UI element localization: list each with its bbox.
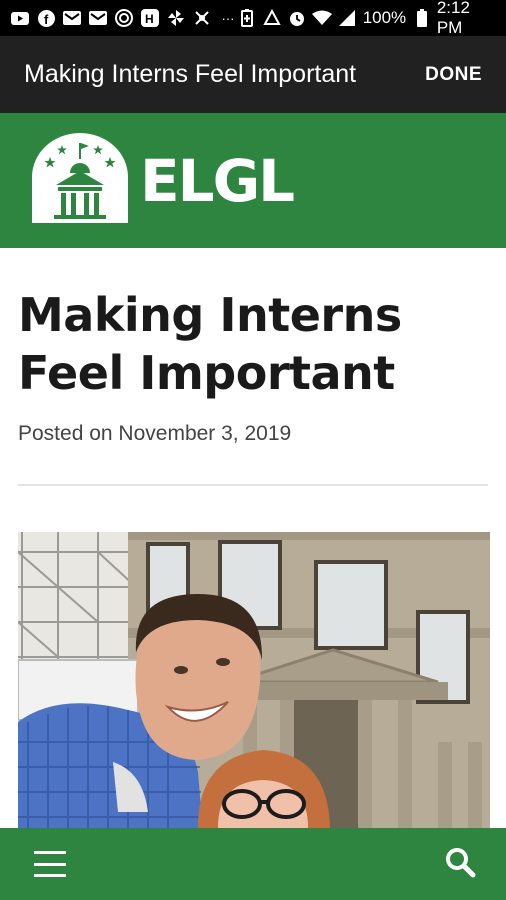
logo-wordmark: ELGL bbox=[140, 146, 295, 215]
battery-icon bbox=[412, 8, 431, 28]
pinwheel-icon bbox=[166, 8, 186, 28]
divider bbox=[18, 484, 488, 486]
svg-text:H: H bbox=[145, 12, 154, 26]
clock: 2:12 PM bbox=[436, 0, 470, 37]
featured-image[interactable] bbox=[18, 532, 490, 832]
gmail-icon bbox=[62, 8, 82, 28]
post-date[interactable]: November 3, 2019 bbox=[118, 422, 291, 445]
target-icon bbox=[114, 8, 134, 28]
done-button[interactable]: DONE bbox=[425, 64, 482, 86]
bottom-nav bbox=[0, 828, 506, 900]
facebook-icon: f bbox=[36, 8, 56, 28]
post-meta: Posted on November 3, 2019 bbox=[18, 422, 488, 446]
system-icons: 100% 2:12 PM bbox=[238, 0, 496, 38]
elgl-logo[interactable]: ELGL bbox=[32, 133, 295, 228]
youtube-icon bbox=[10, 8, 30, 28]
svg-text:f: f bbox=[44, 12, 49, 27]
alarm-icon bbox=[287, 8, 306, 28]
app-bar: Making Interns Feel Important DONE bbox=[0, 36, 506, 113]
battery-percent: 100% bbox=[362, 8, 407, 27]
wifi-icon bbox=[312, 8, 333, 28]
hbo-icon: H bbox=[140, 8, 160, 28]
posted-on-label: Posted on bbox=[18, 422, 113, 445]
recycle-icon bbox=[263, 8, 282, 28]
battery-saver-icon bbox=[238, 8, 257, 28]
more-notifications: ··· bbox=[221, 10, 235, 26]
app-bar-title: Making Interns Feel Important bbox=[24, 60, 357, 88]
status-bar: f H ··· 100% 2:12 PM bbox=[0, 0, 506, 38]
search-icon[interactable] bbox=[444, 846, 476, 883]
article: Making Interns Feel Important Posted on … bbox=[0, 248, 506, 832]
menu-icon[interactable] bbox=[34, 851, 66, 877]
notification-icons: f H ··· bbox=[10, 8, 238, 28]
gmail-icon bbox=[88, 8, 108, 28]
post-title: Making Interns Feel Important bbox=[18, 288, 402, 400]
city-hall-icon bbox=[32, 133, 128, 228]
site-header: ELGL bbox=[0, 113, 506, 248]
transform-icon bbox=[192, 8, 212, 28]
signal-icon bbox=[338, 8, 357, 28]
